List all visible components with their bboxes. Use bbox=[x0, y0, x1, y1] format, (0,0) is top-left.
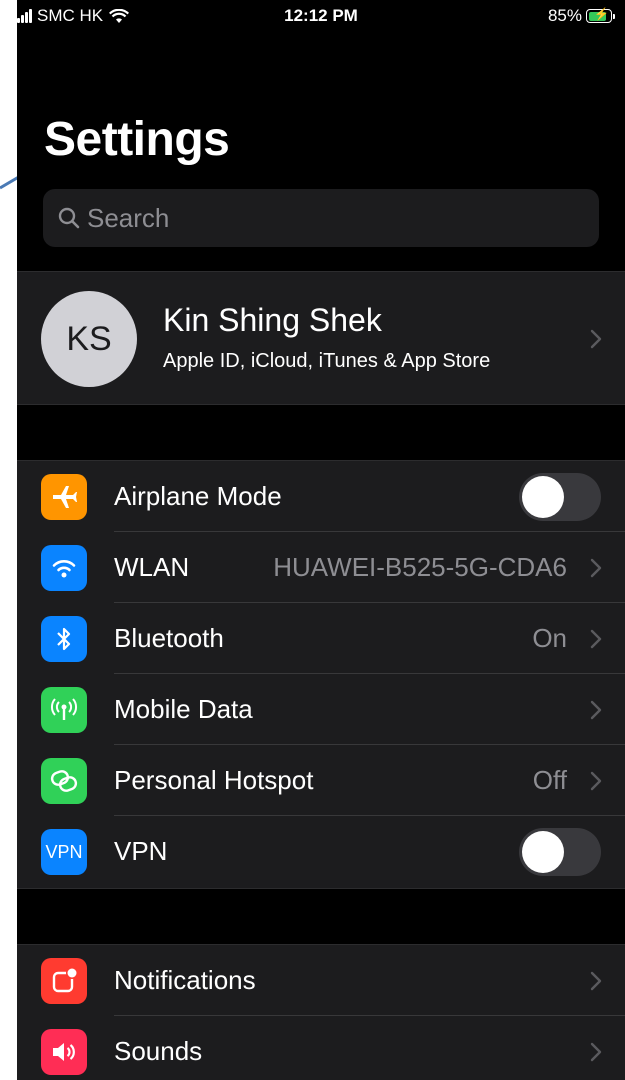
chevron-right-icon bbox=[590, 629, 602, 649]
airplane-icon bbox=[41, 474, 87, 520]
wifi-icon bbox=[41, 545, 87, 591]
settings-row-notifications[interactable]: Notifications bbox=[17, 945, 625, 1016]
row-label: Sounds bbox=[114, 1036, 203, 1066]
search-placeholder: Search bbox=[87, 202, 170, 233]
notifications-icon bbox=[41, 958, 87, 1004]
antenna-icon bbox=[41, 687, 87, 733]
chevron-right-icon bbox=[590, 329, 602, 349]
chevron-right-icon bbox=[590, 558, 602, 578]
speaker-icon bbox=[41, 1029, 87, 1075]
settings-row-personal-hotspot[interactable]: Personal Hotspot Off bbox=[17, 745, 625, 816]
settings-row-bluetooth[interactable]: Bluetooth On bbox=[17, 603, 625, 674]
avatar: KS bbox=[41, 291, 137, 387]
vpn-icon-text: VPN bbox=[45, 841, 83, 862]
connectivity-group: Airplane Mode WLAN HUAWEI-B525-5G-CDA6 B… bbox=[17, 460, 625, 889]
row-label: Personal Hotspot bbox=[114, 765, 314, 795]
settings-row-airplane-mode[interactable]: Airplane Mode bbox=[17, 461, 625, 532]
avatar-initials: KS bbox=[66, 319, 112, 358]
settings-row-wlan[interactable]: WLAN HUAWEI-B525-5G-CDA6 bbox=[17, 532, 625, 603]
status-time: 12:12 PM bbox=[284, 6, 358, 25]
bluetooth-icon bbox=[41, 616, 87, 662]
battery-percent: 85% bbox=[547, 6, 582, 25]
settings-row-mobile-data[interactable]: Mobile Data bbox=[17, 674, 625, 745]
row-label: Airplane Mode bbox=[114, 481, 282, 511]
search-icon bbox=[58, 207, 80, 229]
row-value: On bbox=[532, 623, 567, 653]
settings-screen: SMC HK 12:12 PM 85% ⚡ Settings Search KS bbox=[17, 0, 625, 1080]
chevron-right-icon bbox=[590, 971, 602, 991]
page-title: Settings bbox=[44, 113, 230, 166]
profile-subtitle: Apple ID, iCloud, iTunes & App Store bbox=[163, 350, 491, 372]
row-value: Off bbox=[532, 765, 567, 795]
row-label: VPN bbox=[114, 836, 168, 866]
row-label: Notifications bbox=[114, 965, 256, 995]
vpn-icon: VPN bbox=[41, 829, 87, 875]
hotspot-icon bbox=[41, 758, 87, 804]
chevron-right-icon bbox=[590, 771, 602, 791]
chevron-right-icon bbox=[590, 700, 602, 720]
search-bar[interactable]: Search bbox=[43, 189, 599, 247]
profile-name: Kin Shing Shek bbox=[163, 302, 382, 338]
airplane-mode-toggle[interactable] bbox=[519, 473, 601, 521]
apple-id-row[interactable]: KS Kin Shing Shek Apple ID, iCloud, iTun… bbox=[17, 271, 625, 405]
row-label: WLAN bbox=[114, 552, 190, 582]
row-label: Bluetooth bbox=[114, 623, 224, 653]
alerts-group: Notifications Sounds bbox=[17, 944, 625, 1080]
row-label: Mobile Data bbox=[114, 694, 253, 724]
vpn-toggle[interactable] bbox=[519, 828, 601, 876]
settings-row-sounds[interactable]: Sounds bbox=[17, 1016, 625, 1080]
battery-icon: ⚡ bbox=[586, 7, 612, 23]
settings-row-vpn[interactable]: VPN VPN bbox=[17, 816, 625, 887]
status-bar: SMC HK 12:12 PM 85% ⚡ bbox=[17, 0, 625, 34]
charging-bolt-icon: ⚡ bbox=[594, 7, 609, 21]
row-value: HUAWEI-B525-5G-CDA6 bbox=[273, 552, 567, 582]
chevron-right-icon bbox=[590, 1042, 602, 1062]
